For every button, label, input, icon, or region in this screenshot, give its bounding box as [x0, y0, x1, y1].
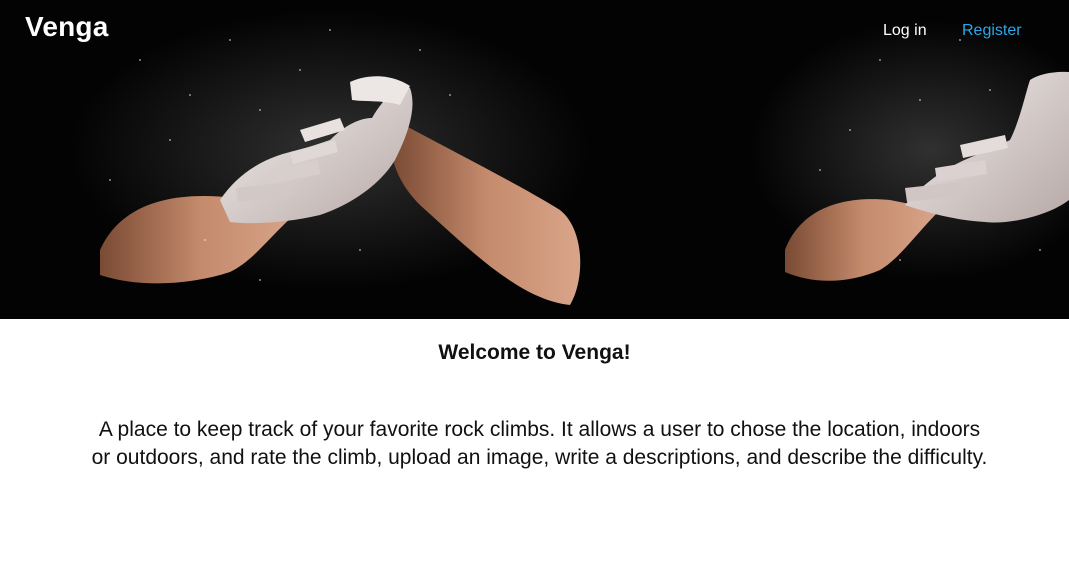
hero-banner: Venga Log in Register: [0, 0, 1069, 319]
brand-logo-link[interactable]: Venga: [25, 11, 108, 43]
login-link[interactable]: Log in: [883, 22, 927, 40]
top-navbar: Venga Log in Register: [0, 0, 1069, 60]
welcome-heading: Welcome to Venga!: [438, 341, 631, 364]
app-description: A place to keep track of your favorite r…: [91, 418, 988, 469]
register-link[interactable]: Register: [962, 22, 1022, 40]
